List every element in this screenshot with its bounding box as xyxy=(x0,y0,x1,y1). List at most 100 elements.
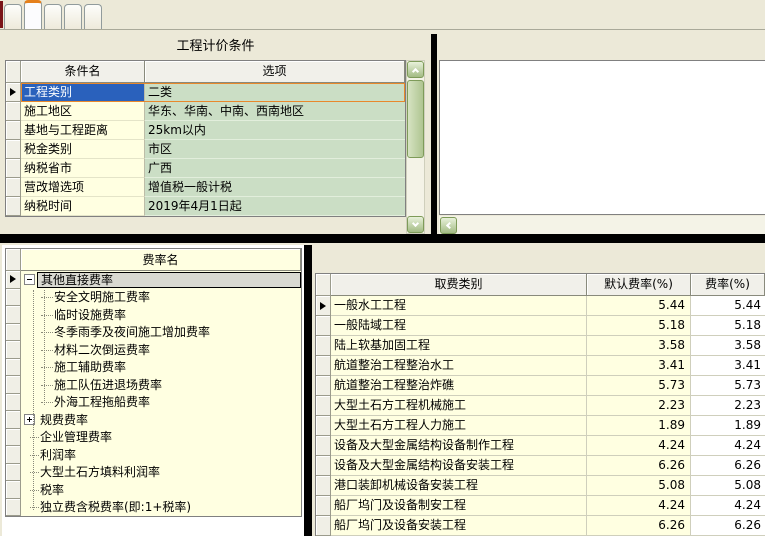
rate-table-row[interactable]: 一般水工工程 5.44 5.44 xyxy=(316,296,765,316)
fee-category-cell[interactable]: 船厂坞门及设备安装工程 xyxy=(331,516,587,536)
rate-table-row[interactable]: 船厂坞门及设备制安工程 4.24 4.24 xyxy=(316,496,765,516)
row-indicator[interactable] xyxy=(6,140,21,159)
fee-category-cell[interactable]: 设备及大型金属结构设备安装工程 xyxy=(331,456,587,476)
rate-tree-row[interactable]: 外海工程拖船费率 xyxy=(6,394,301,412)
rate-table-row[interactable]: 大型土石方工程人力施工 1.89 1.89 xyxy=(316,416,765,436)
row-indicator[interactable] xyxy=(316,396,331,416)
default-rate-cell[interactable]: 6.26 xyxy=(587,516,691,536)
rate-tree-row[interactable]: 大型土石方填料利润率 xyxy=(6,464,301,482)
rate-cell[interactable]: 1.89 xyxy=(691,416,765,436)
row-indicator[interactable] xyxy=(316,456,331,476)
row-indicator[interactable] xyxy=(6,324,21,342)
rate-tree-row[interactable]: 规费费率 xyxy=(6,411,301,429)
tree-node[interactable]: 冬季雨季及夜间施工增加费率 xyxy=(21,324,301,342)
row-indicator[interactable] xyxy=(6,481,21,499)
row-indicator[interactable] xyxy=(6,411,21,429)
tab[interactable] xyxy=(44,4,62,29)
tab[interactable] xyxy=(84,4,102,29)
fee-category-cell[interactable]: 船厂坞门及设备制安工程 xyxy=(331,496,587,516)
selected-tree-node[interactable]: 其他直接费率 xyxy=(37,272,301,288)
rate-tree-row[interactable]: 利润率 xyxy=(6,446,301,464)
row-indicator[interactable] xyxy=(6,121,21,140)
row-indicator[interactable] xyxy=(6,306,21,324)
default-rate-cell[interactable]: 3.41 xyxy=(587,356,691,376)
tree-node[interactable]: 规费费率 xyxy=(21,411,301,429)
rate-table-row[interactable]: 航道整治工程整治水工 3.41 3.41 xyxy=(316,356,765,376)
pricing-condition-row[interactable]: 工程类别 二类 xyxy=(6,83,405,102)
tab[interactable] xyxy=(24,0,42,29)
row-indicator[interactable] xyxy=(6,102,21,121)
condition-name-cell[interactable]: 纳税省市 xyxy=(21,159,145,178)
pricing-condition-row[interactable]: 纳税省市 广西 xyxy=(6,159,405,178)
row-indicator[interactable] xyxy=(6,289,21,307)
condition-option-cell[interactable]: 广西 xyxy=(145,159,405,178)
rate-tree-row[interactable]: 企业管理费率 xyxy=(6,429,301,447)
tree-node[interactable]: 独立费含税费率(即:1+税率) xyxy=(21,499,301,517)
top-vertical-splitter[interactable] xyxy=(431,34,437,234)
rate-tree-row[interactable]: 材料二次倒运费率 xyxy=(6,341,301,359)
tree-node[interactable]: 大型土石方填料利润率 xyxy=(21,464,301,482)
default-rate-cell[interactable]: 5.44 xyxy=(587,296,691,316)
pricing-condition-row[interactable]: 营改增选项 增值税一般计税 xyxy=(6,178,405,197)
tree-node[interactable]: 企业管理费率 xyxy=(21,429,301,447)
tab[interactable] xyxy=(64,4,82,29)
default-rate-cell[interactable]: 5.73 xyxy=(587,376,691,396)
row-indicator[interactable] xyxy=(316,316,331,336)
row-indicator[interactable] xyxy=(316,356,331,376)
tree-node[interactable]: 外海工程拖船费率 xyxy=(21,394,301,412)
rate-cell[interactable]: 6.26 xyxy=(691,456,765,476)
row-indicator[interactable] xyxy=(6,178,21,197)
row-indicator[interactable] xyxy=(6,197,21,216)
fee-category-cell[interactable]: 航道整治工程整治炸礁 xyxy=(331,376,587,396)
row-indicator[interactable] xyxy=(6,429,21,447)
rate-cell[interactable]: 5.44 xyxy=(691,296,765,316)
rate-cell[interactable]: 4.24 xyxy=(691,496,765,516)
rate-cell[interactable]: 3.41 xyxy=(691,356,765,376)
condition-name-cell[interactable]: 税金类别 xyxy=(21,140,145,159)
rate-table-row[interactable]: 陆上软基加固工程 3.58 3.58 xyxy=(316,336,765,356)
rate-tree-row[interactable]: 施工辅助费率 xyxy=(6,359,301,377)
condition-name-cell[interactable]: 工程类别 xyxy=(21,83,145,102)
row-indicator[interactable] xyxy=(316,296,331,316)
row-indicator[interactable] xyxy=(316,336,331,356)
rate-tree-row[interactable]: 其他直接费率 xyxy=(6,271,301,289)
tree-node[interactable]: 安全文明施工费率 xyxy=(21,289,301,307)
row-indicator[interactable] xyxy=(6,499,21,517)
fee-category-cell[interactable]: 航道整治工程整治水工 xyxy=(331,356,587,376)
rate-table-row[interactable]: 航道整治工程整治炸礁 5.73 5.73 xyxy=(316,376,765,396)
rate-tree-row[interactable]: 税率 xyxy=(6,481,301,499)
rate-tree-row[interactable]: 冬季雨季及夜间施工增加费率 xyxy=(6,324,301,342)
tab[interactable] xyxy=(4,4,22,29)
rate-table-row[interactable]: 一般陆域工程 5.18 5.18 xyxy=(316,316,765,336)
pricing-condition-row[interactable]: 纳税时间 2019年4月1日起 xyxy=(6,197,405,216)
rate-cell[interactable]: 2.23 xyxy=(691,396,765,416)
tree-node[interactable]: 材料二次倒运费率 xyxy=(21,341,301,359)
default-rate-cell[interactable]: 3.58 xyxy=(587,336,691,356)
rate-cell[interactable]: 6.26 xyxy=(691,516,765,536)
rate-cell[interactable]: 5.73 xyxy=(691,376,765,396)
tree-node[interactable]: 施工队伍进退场费率 xyxy=(21,376,301,394)
fee-category-cell[interactable]: 大型土石方工程机械施工 xyxy=(331,396,587,416)
condition-name-cell[interactable]: 基地与工程距离 xyxy=(21,121,145,140)
row-indicator[interactable] xyxy=(6,376,21,394)
rate-tree-row[interactable]: 安全文明施工费率 xyxy=(6,289,301,307)
tree-collapse-icon[interactable] xyxy=(24,274,35,285)
default-rate-cell[interactable]: 4.24 xyxy=(587,496,691,516)
scroll-up-button[interactable] xyxy=(407,61,424,78)
fee-category-cell[interactable]: 一般水工工程 xyxy=(331,296,587,316)
rate-table-row[interactable]: 设备及大型金属结构设备制作工程 4.24 4.24 xyxy=(316,436,765,456)
rate-table-row[interactable]: 设备及大型金属结构设备安装工程 6.26 6.26 xyxy=(316,456,765,476)
rate-tree-row[interactable]: 施工队伍进退场费率 xyxy=(6,376,301,394)
rate-table-row[interactable]: 港口装卸机械设备安装工程 5.08 5.08 xyxy=(316,476,765,496)
fee-category-cell[interactable]: 大型土石方工程人力施工 xyxy=(331,416,587,436)
row-indicator[interactable] xyxy=(6,464,21,482)
rate-cell[interactable]: 3.58 xyxy=(691,336,765,356)
horizontal-splitter[interactable] xyxy=(0,234,765,243)
fee-category-cell[interactable]: 一般陆域工程 xyxy=(331,316,587,336)
row-indicator[interactable] xyxy=(6,359,21,377)
rate-tree-row[interactable]: 独立费含税费率(即:1+税率) xyxy=(6,499,301,517)
rate-tree-row[interactable]: 临时设施费率 xyxy=(6,306,301,324)
bottom-vertical-splitter[interactable] xyxy=(304,245,312,536)
tree-node[interactable]: 施工辅助费率 xyxy=(21,359,301,377)
left-panel-vertical-scrollbar[interactable] xyxy=(406,60,425,234)
